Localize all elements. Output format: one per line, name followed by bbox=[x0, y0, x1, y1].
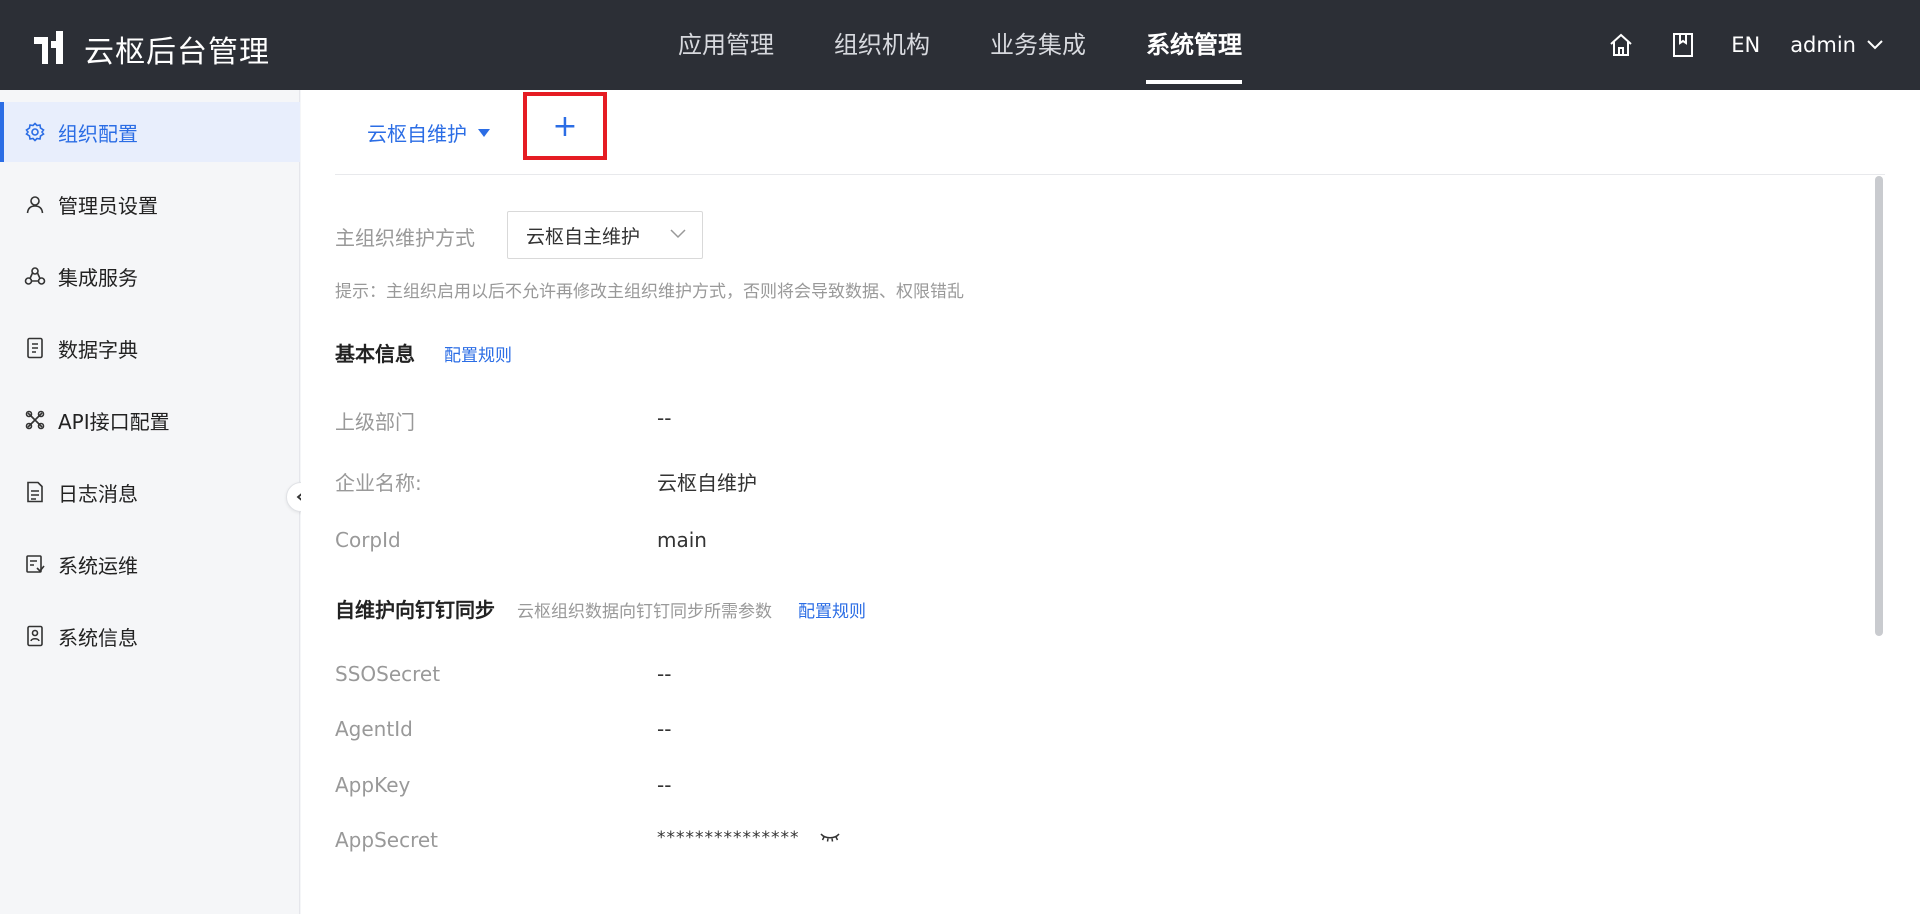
field-value: -- bbox=[657, 662, 672, 686]
sidebar-item-system-info[interactable]: 系统信息 bbox=[0, 606, 300, 666]
dictionary-icon bbox=[24, 337, 46, 359]
sidebar-item-label: 数据字典 bbox=[58, 337, 138, 362]
sidebar-item-label: 集成服务 bbox=[58, 265, 138, 290]
app-title: 云枢后台管理 bbox=[84, 35, 270, 70]
maintenance-mode-label: 主组织维护方式 bbox=[335, 226, 475, 250]
chevron-down-icon bbox=[670, 229, 686, 239]
top-nav: 应用管理 组织机构 业务集成 系统管理 bbox=[678, 0, 1302, 90]
app-logo[interactable]: 云枢后台管理 bbox=[34, 27, 270, 71]
sidebar-item-system-maintenance[interactable]: 系统运维 bbox=[0, 534, 300, 594]
nav-app-management[interactable]: 应用管理 bbox=[678, 0, 774, 90]
field-label: SSOSecret bbox=[335, 662, 441, 686]
basic-config-rule-link[interactable]: 配置规则 bbox=[444, 341, 512, 366]
bookmark-icon[interactable] bbox=[1669, 31, 1697, 59]
user-name: admin bbox=[1790, 33, 1856, 57]
sidebar-item-label: 日志消息 bbox=[58, 481, 138, 506]
maintenance-hint: 提示：主组织启用以后不允许再修改主组织维护方式，否则将会导致数据、权限错乱 bbox=[335, 282, 964, 302]
language-switch[interactable]: EN bbox=[1731, 33, 1760, 57]
field-label: AgentId bbox=[335, 717, 413, 741]
sidebar-item-label: 管理员设置 bbox=[58, 193, 158, 218]
sidebar-item-log-messages[interactable]: 日志消息 bbox=[0, 462, 300, 522]
gear-icon bbox=[24, 121, 46, 143]
home-icon[interactable] bbox=[1607, 31, 1635, 59]
nav-system-management[interactable]: 系统管理 bbox=[1146, 0, 1242, 90]
maintenance-mode-select[interactable]: 云枢自主维护 bbox=[507, 211, 703, 259]
sidebar: 组织配置 管理员设置 集成服务 数据字典 API接口配置 日志消息 系统运维 系… bbox=[0, 90, 300, 914]
maintenance-icon bbox=[24, 553, 46, 575]
sidebar-item-label: 系统运维 bbox=[58, 553, 138, 578]
header-actions: EN admin bbox=[1607, 0, 1884, 90]
scrollbar[interactable] bbox=[1875, 176, 1883, 636]
field-value: -- bbox=[657, 773, 672, 797]
logo-icon bbox=[34, 31, 63, 64]
sidebar-item-admin-settings[interactable]: 管理员设置 bbox=[0, 174, 300, 234]
field-value: main bbox=[657, 528, 707, 552]
sync-section-title: 自维护向钉钉同步 bbox=[335, 598, 495, 622]
api-icon bbox=[24, 409, 46, 431]
sidebar-item-integration[interactable]: 集成服务 bbox=[0, 246, 300, 306]
org-tabs: 云枢自维护 + bbox=[335, 90, 1885, 175]
sidebar-item-org-config[interactable]: 组织配置 bbox=[0, 102, 300, 162]
sidebar-item-api-config[interactable]: API接口配置 bbox=[0, 390, 300, 450]
field-value: -- bbox=[657, 406, 672, 430]
user-menu[interactable]: admin bbox=[1790, 33, 1884, 57]
sidebar-item-data-dictionary[interactable]: 数据字典 bbox=[0, 318, 300, 378]
field-label: CorpId bbox=[335, 528, 401, 552]
sidebar-item-label: 组织配置 bbox=[58, 121, 138, 146]
user-icon bbox=[24, 193, 46, 215]
tab-label: 云枢自维护 bbox=[367, 122, 467, 146]
caret-down-icon bbox=[478, 128, 490, 137]
select-value: 云枢自主维护 bbox=[526, 225, 641, 248]
tab-current-org[interactable]: 云枢自维护 bbox=[367, 118, 491, 147]
field-label: AppSecret bbox=[335, 828, 438, 852]
nav-organization[interactable]: 组织机构 bbox=[834, 0, 930, 90]
chevron-down-icon bbox=[1867, 40, 1883, 50]
field-value: -- bbox=[657, 717, 672, 741]
top-header: 云枢后台管理 应用管理 组织机构 业务集成 系统管理 EN admin bbox=[0, 0, 1920, 90]
field-label: AppKey bbox=[335, 773, 411, 797]
basic-info-title: 基本信息 bbox=[335, 342, 415, 366]
field-label: 上级部门 bbox=[335, 410, 415, 434]
info-icon bbox=[24, 625, 46, 647]
add-org-button[interactable]: + bbox=[523, 92, 607, 160]
app-secret-value: *************** bbox=[657, 828, 800, 848]
sidebar-item-label: 系统信息 bbox=[58, 625, 138, 650]
sidebar-item-label: API接口配置 bbox=[58, 409, 170, 434]
sync-section-desc: 云枢组织数据向钉钉同步所需参数 bbox=[517, 602, 772, 622]
sync-config-rule-link[interactable]: 配置规则 bbox=[798, 597, 866, 622]
field-value: 云枢自维护 bbox=[657, 471, 757, 495]
nav-business-integration[interactable]: 业务集成 bbox=[990, 0, 1086, 90]
log-icon bbox=[24, 481, 46, 503]
integration-icon bbox=[24, 265, 46, 287]
field-label: 企业名称: bbox=[335, 471, 422, 495]
main-content: 云枢自维护 + 主组织维护方式 云枢自主维护 提示：主组织启用以后不允许再修改主… bbox=[301, 90, 1920, 914]
eye-closed-icon[interactable] bbox=[819, 830, 841, 844]
